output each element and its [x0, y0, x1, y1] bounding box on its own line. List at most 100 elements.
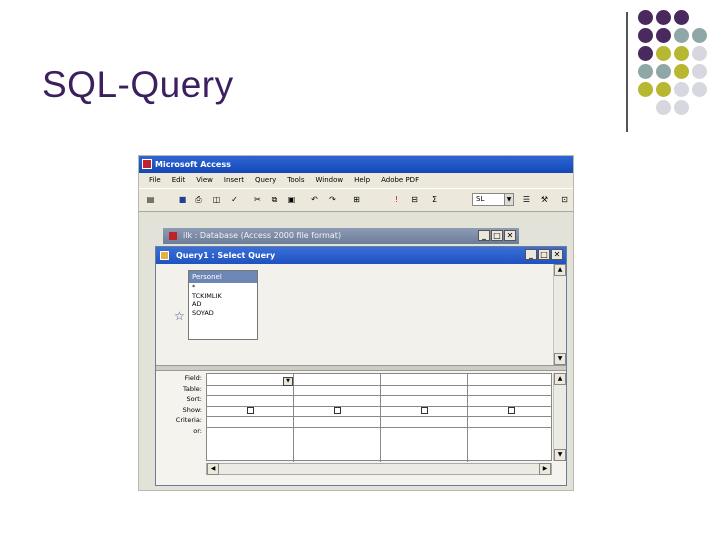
row-label-criteria: Criteria: — [175, 416, 202, 424]
decorative-dot — [638, 46, 653, 61]
design-grid[interactable]: ▼ — [206, 373, 552, 462]
decorative-dot — [656, 82, 671, 97]
menu-bar: File Edit View Insert Query Tools Window… — [139, 173, 573, 188]
database-icon — [169, 232, 177, 240]
scroll-up-icon[interactable]: ▲ — [554, 373, 566, 385]
database-window-title: ilk : Database (Access 2000 file format) — [183, 231, 342, 240]
decorative-dot — [656, 100, 671, 115]
menu-adobe-pdf[interactable]: Adobe PDF — [381, 173, 419, 188]
close-button[interactable]: ✕ — [504, 230, 516, 241]
menu-window[interactable]: Window — [316, 173, 344, 188]
scroll-left-icon[interactable]: ◀ — [207, 463, 219, 475]
decorative-dot — [692, 28, 707, 43]
menu-view[interactable]: View — [196, 173, 213, 188]
show-checkbox-2[interactable] — [334, 407, 341, 414]
grid-column-1[interactable] — [207, 374, 294, 462]
decorative-dot — [638, 64, 653, 79]
run-icon[interactable]: ! — [391, 194, 402, 205]
field-ad[interactable]: AD — [189, 300, 257, 309]
toolbar: ▤ ■ ⎙ ◫ ✓ ✂ ⧉ ▣ ↶ ↷ ⊞ ! ⊟ Σ SL ▼ ☰ ⚒ ⊡ — [139, 188, 573, 212]
table-pane[interactable]: ☆ Personel * TCKIMLIK AD SOYAD — [156, 264, 552, 365]
build-icon[interactable]: ⚒ — [539, 194, 550, 205]
chevron-down-icon[interactable]: ▼ — [504, 194, 513, 205]
query-window-title: Query1 : Select Query — [176, 251, 276, 260]
maximize-button[interactable]: □ — [538, 249, 550, 260]
cut-icon[interactable]: ✂ — [252, 194, 263, 205]
query-type-icon[interactable]: ⊞ — [351, 194, 362, 205]
copy-icon[interactable]: ⧉ — [269, 194, 280, 205]
menu-query[interactable]: Query — [255, 173, 276, 188]
field-list-title[interactable]: Personel — [189, 271, 257, 283]
row-label-field: Field: — [184, 374, 202, 382]
grid-column-3[interactable] — [381, 374, 468, 462]
menu-help[interactable]: Help — [354, 173, 370, 188]
database-window-icon[interactable]: ⊡ — [559, 194, 570, 205]
slide-title: SQL-Query — [42, 64, 234, 105]
redo-icon[interactable]: ↷ — [327, 194, 338, 205]
app-title: Microsoft Access — [155, 160, 231, 169]
minimize-button[interactable]: _ — [525, 249, 537, 260]
decorative-dot — [638, 28, 653, 43]
decorative-dot — [674, 100, 689, 115]
print-icon[interactable]: ⎙ — [193, 194, 204, 205]
decorative-dot — [656, 64, 671, 79]
decorative-dot — [674, 82, 689, 97]
decorative-dot — [656, 46, 671, 61]
menu-file[interactable]: File — [149, 173, 161, 188]
app-titlebar: Microsoft Access — [139, 156, 573, 173]
design-grid-row-labels: Field: Table: Sort: Show: Criteria: or: — [156, 373, 202, 436]
field-all[interactable]: * — [189, 283, 257, 292]
properties-icon[interactable]: ☰ — [521, 194, 532, 205]
database-window-titlebar[interactable]: ilk : Database (Access 2000 file format)… — [163, 228, 519, 244]
menu-tools[interactable]: Tools — [287, 173, 304, 188]
show-checkbox-4[interactable] — [508, 407, 515, 414]
decorative-dot — [674, 10, 689, 25]
decorative-dot — [638, 10, 653, 25]
undo-icon[interactable]: ↶ — [309, 194, 320, 205]
row-label-or: or: — [193, 426, 202, 435]
pane-splitter[interactable] — [156, 365, 566, 371]
row-label-sort: Sort: — [186, 395, 202, 403]
grid-vertical-scrollbar[interactable]: ▲ ▼ — [553, 373, 566, 461]
query-window: Query1 : Select Query _ □ ✕ ☆ Personel *… — [155, 246, 567, 486]
decorative-dot — [674, 64, 689, 79]
scroll-up-icon[interactable]: ▲ — [554, 264, 566, 276]
scroll-right-icon[interactable]: ▶ — [539, 463, 551, 475]
field-soyad[interactable]: SOYAD — [189, 309, 257, 318]
decorative-dot — [656, 10, 671, 25]
save-icon[interactable]: ■ — [177, 194, 188, 205]
primary-key-icon: ☆ — [174, 309, 185, 323]
access-app-icon — [142, 159, 152, 169]
top-values-combo[interactable]: SL ▼ — [472, 193, 514, 206]
close-button[interactable]: ✕ — [551, 249, 563, 260]
table-pane-scrollbar[interactable]: ▲ ▼ — [553, 264, 566, 365]
query-icon — [160, 251, 169, 260]
decorative-dot — [674, 46, 689, 61]
show-table-icon[interactable]: ⊟ — [409, 194, 420, 205]
scroll-down-icon[interactable]: ▼ — [554, 353, 566, 365]
paste-icon[interactable]: ▣ — [286, 194, 297, 205]
grid-horizontal-scrollbar[interactable]: ◀ ▶ — [206, 463, 552, 475]
decorative-dot — [692, 64, 707, 79]
menu-insert[interactable]: Insert — [224, 173, 244, 188]
decorative-dot — [638, 82, 653, 97]
field-tckimlik[interactable]: TCKIMLIK — [189, 292, 257, 301]
field-dropdown-chevron-down-icon[interactable]: ▼ — [283, 377, 293, 386]
print-preview-icon[interactable]: ◫ — [211, 194, 222, 205]
grid-column-2[interactable] — [294, 374, 381, 462]
maximize-button[interactable]: □ — [491, 230, 503, 241]
scroll-down-icon[interactable]: ▼ — [554, 449, 566, 461]
show-checkbox-3[interactable] — [421, 407, 428, 414]
totals-icon[interactable]: Σ — [429, 194, 440, 205]
query-window-titlebar[interactable]: Query1 : Select Query _ □ ✕ — [156, 247, 566, 264]
decorative-dot — [674, 28, 689, 43]
title-divider — [626, 12, 628, 132]
view-icon[interactable]: ▤ — [145, 194, 156, 205]
decorative-dot-grid — [638, 10, 718, 120]
minimize-button[interactable]: _ — [478, 230, 490, 241]
show-checkbox-1[interactable] — [247, 407, 254, 414]
decorative-dot — [692, 46, 707, 61]
spelling-icon[interactable]: ✓ — [229, 194, 240, 205]
menu-edit[interactable]: Edit — [172, 173, 186, 188]
field-list-personel[interactable]: Personel * TCKIMLIK AD SOYAD — [188, 270, 258, 340]
